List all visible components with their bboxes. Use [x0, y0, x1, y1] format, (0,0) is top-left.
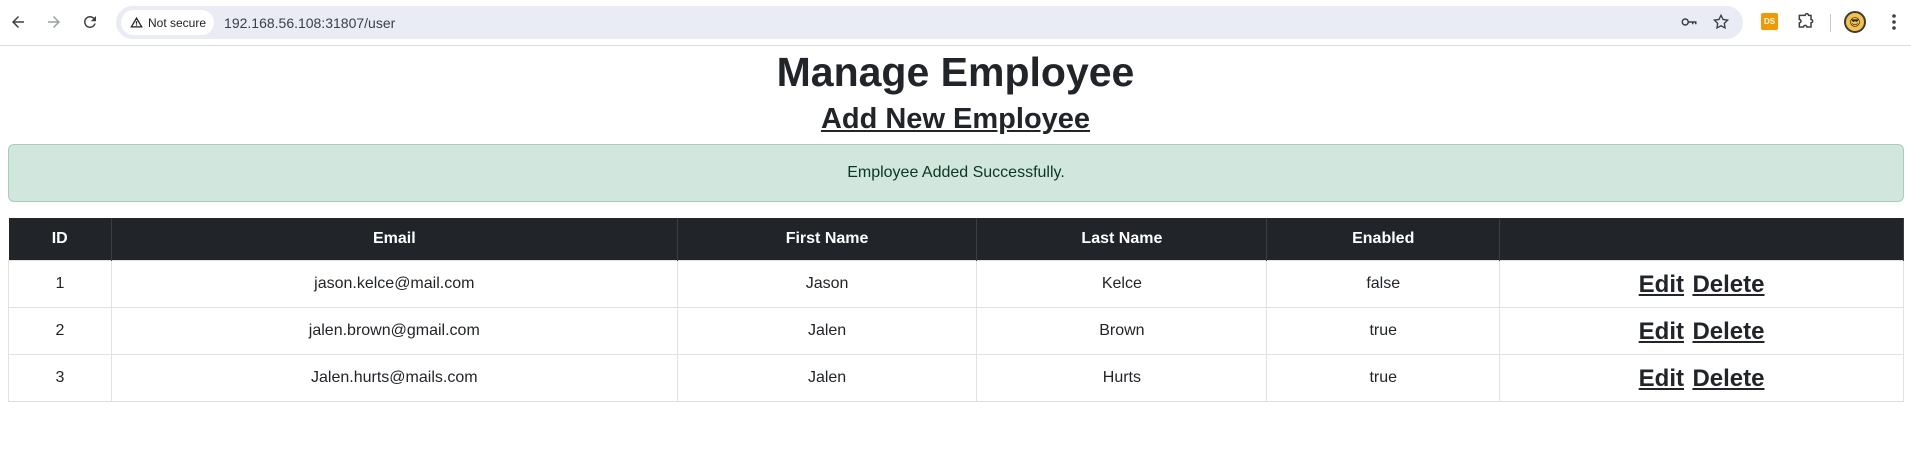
delete-link[interactable]: Delete — [1692, 318, 1764, 345]
add-employee-wrapper: Add New Employee — [0, 102, 1911, 136]
cell-enabled: true — [1266, 353, 1501, 402]
cell-id: 1 — [8, 259, 112, 308]
table-row: 3 Jalen.hurts@mails.com Jalen Hurts true… — [8, 353, 1904, 402]
reload-button[interactable] — [78, 10, 102, 34]
ds-extension-icon[interactable]: DS — [1761, 13, 1778, 30]
profile-avatar-icon[interactable]: 😎 — [1844, 11, 1866, 33]
security-label: Not secure — [148, 15, 207, 30]
delete-link[interactable]: Delete — [1692, 271, 1764, 298]
employee-table: ID Email First Name Last Name Enabled 1 … — [8, 218, 1904, 402]
header-email: Email — [111, 218, 678, 260]
kebab-menu-icon[interactable] — [1884, 12, 1904, 32]
cell-email: Jalen.hurts@mails.com — [110, 353, 678, 402]
table-header-row: ID Email First Name Last Name Enabled — [8, 218, 1904, 260]
header-first-name: First Name — [677, 218, 978, 260]
edit-link[interactable]: Edit — [1639, 318, 1684, 345]
header-actions — [1499, 218, 1904, 260]
back-button[interactable] — [6, 10, 30, 34]
arrow-left-icon — [12, 16, 24, 28]
add-new-employee-link[interactable]: Add New Employee — [821, 103, 1090, 135]
bookmark-star-icon[interactable] — [1711, 12, 1731, 32]
forward-button[interactable] — [42, 10, 66, 34]
cell-enabled: true — [1266, 306, 1501, 355]
success-alert: Employee Added Successfully. — [8, 144, 1904, 202]
cell-first-name: Jason — [676, 259, 978, 308]
cell-id: 2 — [8, 306, 112, 355]
header-enabled: Enabled — [1266, 218, 1501, 260]
header-id: ID — [8, 218, 112, 260]
table-row: 1 jason.kelce@mail.com Jason Kelce false… — [8, 259, 1904, 308]
toolbar-divider — [1830, 14, 1831, 32]
cell-last-name: Brown — [976, 306, 1268, 355]
alert-message: Employee Added Successfully. — [847, 164, 1065, 181]
table-row: 2 jalen.brown@gmail.com Jalen Brown true… — [8, 306, 1904, 355]
cell-id: 3 — [8, 353, 112, 402]
page-title: Manage Employee — [776, 49, 1135, 95]
cell-actions: Edit Delete — [1499, 353, 1904, 402]
extensions-area: DS 😎 — [1751, 0, 1911, 46]
reload-icon — [83, 15, 96, 28]
cell-email: jason.kelce@mail.com — [110, 259, 678, 308]
puzzle-icon[interactable] — [1796, 12, 1816, 32]
header-last-name: Last Name — [976, 218, 1268, 260]
cell-actions: Edit Delete — [1499, 306, 1904, 355]
cell-last-name: Hurts — [976, 353, 1268, 402]
cell-actions: Edit Delete — [1499, 259, 1904, 308]
cell-last-name: Kelce — [976, 259, 1268, 308]
url-text[interactable]: 192.168.56.108:31807/user — [224, 15, 395, 31]
security-indicator[interactable]: Not secure — [121, 10, 215, 35]
cell-first-name: Jalen — [676, 353, 978, 402]
password-key-icon[interactable] — [1679, 12, 1699, 32]
browser-toolbar: Not secure 192.168.56.108:31807/user DS … — [0, 0, 1911, 46]
cell-enabled: false — [1266, 259, 1501, 308]
delete-link[interactable]: Delete — [1692, 365, 1764, 392]
warning-icon — [130, 16, 143, 28]
cell-email: jalen.brown@gmail.com — [110, 306, 678, 355]
arrow-right-icon — [48, 16, 60, 28]
edit-link[interactable]: Edit — [1639, 271, 1684, 298]
edit-link[interactable]: Edit — [1639, 365, 1684, 392]
cell-first-name: Jalen — [676, 306, 978, 355]
address-bar[interactable]: Not secure 192.168.56.108:31807/user — [116, 6, 1743, 39]
